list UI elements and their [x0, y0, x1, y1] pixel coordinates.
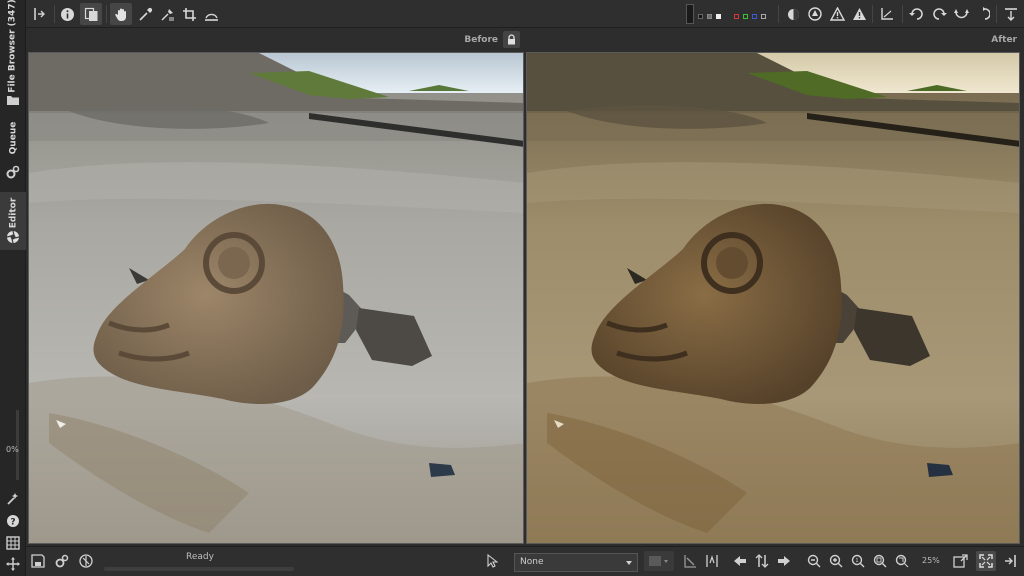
after-header: After [526, 28, 1020, 52]
highlight-warning-icon[interactable] [826, 3, 848, 25]
tab-file-browser-label: File Browser (347) [8, 0, 18, 93]
red-channel-toggle[interactable] [734, 14, 739, 19]
bg-grey-swatch[interactable] [707, 14, 712, 19]
flip-vertical-icon[interactable] [972, 3, 994, 25]
lock-icon[interactable] [503, 31, 520, 48]
shadow-warning-icon[interactable] [848, 3, 870, 25]
hand-tool-icon[interactable] [110, 3, 132, 25]
green-channel-toggle[interactable] [743, 14, 748, 19]
after-image[interactable] [526, 52, 1020, 544]
straighten-tool-icon[interactable] [680, 551, 700, 571]
external-editor-icon[interactable] [76, 551, 96, 571]
svg-text:?: ? [10, 518, 15, 528]
flip-horizontal-icon[interactable] [950, 3, 972, 25]
rotate-right-icon[interactable] [928, 3, 950, 25]
save-icon[interactable] [28, 551, 48, 571]
move-icon[interactable] [4, 556, 22, 572]
aperture-icon[interactable] [4, 229, 22, 245]
transform-icon[interactable] [876, 3, 898, 25]
bottom-toolbar: Ready None 1 25% [26, 546, 1024, 576]
zoom-in-icon[interactable] [826, 551, 846, 571]
straighten-icon[interactable] [200, 3, 222, 25]
before-after-icon[interactable] [80, 3, 102, 25]
edit-wand-icon[interactable] [4, 491, 22, 507]
before-header: Before [28, 28, 524, 52]
zoom-level: 25% [922, 556, 940, 565]
bg-black-swatch[interactable] [698, 14, 703, 19]
processing-progress-bar [104, 567, 294, 571]
help-icon[interactable]: ? [4, 513, 22, 529]
tab-queue[interactable]: Queue [0, 116, 26, 160]
focus-mask-icon[interactable] [782, 3, 804, 25]
blue-channel-toggle[interactable] [752, 14, 757, 19]
app-window: File Browser (347) Queue Editor 0% ? Bef… [0, 0, 1024, 576]
zoom-100-icon[interactable]: 1 [848, 551, 868, 571]
zoom-fit-icon[interactable] [870, 551, 890, 571]
status-text: Ready [186, 552, 214, 562]
top-toolbar [26, 0, 1024, 28]
svg-text:1: 1 [855, 558, 858, 564]
tab-queue-label: Queue [8, 121, 18, 155]
preview-mode-select[interactable]: None [514, 553, 638, 572]
zoom-out-icon[interactable] [804, 551, 824, 571]
fullscreen-icon[interactable] [976, 551, 996, 571]
gears-icon[interactable] [4, 164, 22, 180]
before-image[interactable] [28, 52, 524, 544]
hide-panel-icon[interactable] [28, 3, 50, 25]
pointer-icon[interactable] [482, 551, 502, 571]
spot-removal-icon[interactable] [156, 3, 178, 25]
before-label: Before [464, 35, 498, 45]
left-tab-bar: File Browser (347) Queue Editor 0% ? [0, 0, 26, 576]
luminance-toggle[interactable] [761, 14, 766, 19]
after-label: After [991, 35, 1017, 45]
send-to-queue-icon[interactable] [52, 551, 72, 571]
progress-label: 0% [6, 445, 19, 454]
color-picker-icon[interactable] [134, 3, 156, 25]
shadow-clipping-icon[interactable] [804, 3, 826, 25]
collapse-panel-icon[interactable] [1000, 3, 1022, 25]
tab-editor-label: Editor [8, 197, 19, 229]
warning-flip-icon[interactable] [702, 551, 722, 571]
grid-icon[interactable] [4, 535, 22, 551]
rotate-left-icon[interactable] [906, 3, 928, 25]
new-detail-window-icon[interactable] [950, 551, 970, 571]
info-icon[interactable] [56, 3, 78, 25]
crop-icon[interactable] [178, 3, 200, 25]
bg-white-swatch[interactable] [716, 14, 721, 19]
folder-icon[interactable] [4, 92, 22, 108]
next-image-icon[interactable] [774, 551, 794, 571]
previous-image-icon[interactable] [730, 551, 750, 571]
tab-file-browser[interactable]: File Browser (347) [0, 0, 26, 93]
sync-icon[interactable] [752, 551, 772, 571]
zoom-fit-crop-icon[interactable] [892, 551, 912, 571]
snapshot-dropdown[interactable] [644, 551, 674, 571]
preview-mode-value: None [520, 557, 544, 567]
background-color-toggle[interactable] [686, 4, 694, 24]
toggle-right-panel-icon[interactable] [1000, 551, 1020, 571]
